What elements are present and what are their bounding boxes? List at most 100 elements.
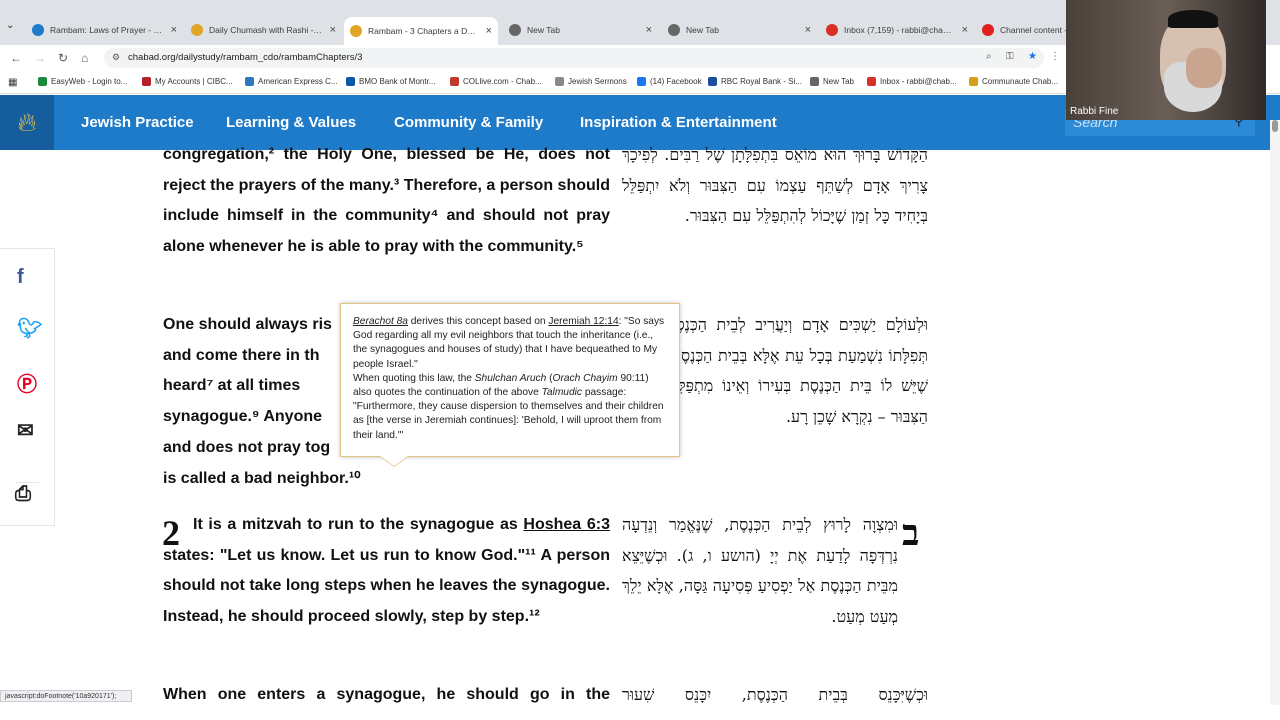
tab-title: New Tab (686, 25, 719, 35)
extensions-icon[interactable]: ⋮ (1050, 51, 1060, 62)
bookmark-favicon-icon (38, 77, 47, 86)
tab-close-icon[interactable]: × (646, 24, 652, 36)
footnote-ref-jeremiah[interactable]: Jeremiah 12:14 (548, 316, 618, 327)
nav-community-family[interactable]: Community & Family (394, 114, 543, 131)
apps-grid-icon[interactable]: ▦ (8, 77, 17, 88)
tab-favicon-icon (32, 24, 44, 36)
halacha-number-hebrew: ב (902, 512, 920, 554)
forward-icon[interactable]: → (34, 51, 46, 65)
bookmark-item[interactable]: My Accounts | CIBC... (142, 77, 233, 86)
reload-icon[interactable]: ↻ (58, 51, 68, 65)
bookmark-label: COLlive.com - Chab... (463, 77, 542, 86)
tab-close-icon[interactable]: × (171, 24, 177, 36)
bookmark-label: New Tab (823, 77, 854, 86)
hoshea-link[interactable]: Hoshea 6:3 (523, 516, 610, 533)
bookmark-item[interactable]: BMO Bank of Montr... (346, 77, 435, 86)
bookmark-label: Inbox - rabbi@chab... (880, 77, 957, 86)
zoom-icon[interactable]: ⌕ (986, 51, 992, 62)
bookmark-item[interactable]: COLlive.com - Chab... (450, 77, 542, 86)
tab-favicon-icon (668, 24, 680, 36)
scrollbar-thumb[interactable] (1272, 120, 1278, 132)
paragraph-1-hebrew: הַקָּדוֹשׁ בָּרוּךְ הוּא מוֹאֵס בִּתְפִל… (622, 145, 928, 226)
password-key-icon[interactable]: ⚿ (1006, 51, 1014, 62)
tab-favicon-icon (350, 25, 362, 37)
bookmark-star-icon[interactable]: ★ (1028, 51, 1037, 62)
nav-jewish-practice[interactable]: Jewish Practice (81, 114, 194, 131)
tab-close-icon[interactable]: × (486, 25, 492, 37)
tab-search-icon[interactable]: ⌄ (6, 20, 14, 31)
bookmark-favicon-icon (708, 77, 717, 86)
print-icon[interactable]: ⎙ (15, 482, 39, 506)
footnote-text: derives this concept based on (407, 316, 549, 327)
bookmark-item[interactable]: American Express C... (245, 77, 338, 86)
p3-text-a: It is a mitzvah to run to the synagogue … (193, 516, 524, 533)
footnote-text: When quoting this law, the (353, 372, 475, 384)
browser-tab[interactable]: Daily Chumash with Rashi - Chu × (185, 19, 342, 41)
bookmark-favicon-icon (555, 77, 564, 86)
home-icon[interactable]: ⌂ (81, 51, 88, 65)
bookmark-favicon-icon (969, 77, 978, 86)
back-icon[interactable]: ← (10, 51, 22, 65)
status-bar: javascript:doFootnote('10a920171'); (0, 690, 132, 702)
tab-favicon-icon (826, 24, 838, 36)
bookmark-item[interactable]: Communaute Chab... (969, 77, 1058, 86)
bookmark-item[interactable]: EasyWeb - Login to... (38, 77, 127, 86)
browser-tab[interactable]: New Tab × (503, 19, 658, 41)
paragraph-3-hebrew: וּמִצְוָה לָרוּץ לְבֵית הַכְּנֶסֶת, שֶׁנ… (622, 515, 898, 627)
bookmark-label: EasyWeb - Login to... (51, 77, 128, 86)
nav-learning-values[interactable]: Learning & Values (226, 114, 356, 131)
tab-title: Rambam - 3 Chapters a Day - I (368, 26, 480, 36)
tab-title: Inbox (7,159) - rabbi@chabad. (844, 25, 956, 35)
bookmark-favicon-icon (810, 77, 819, 86)
browser-tab[interactable]: Rambam: Laws of Prayer - Res × (26, 19, 183, 41)
browser-tab[interactable]: Rambam - 3 Chapters a Day - I × (344, 17, 498, 45)
browser-tab[interactable]: Inbox (7,159) - rabbi@chabad. × (820, 19, 974, 41)
bookmark-favicon-icon (867, 77, 876, 86)
url-field[interactable]: chabad.org/dailystudy/rambam_cdo/rambamC… (104, 48, 1044, 68)
bookmark-favicon-icon (450, 77, 459, 86)
participant-kippah (1168, 10, 1218, 28)
tab-title: Daily Chumash with Rashi - Chu (209, 25, 324, 35)
paragraph-3-english: It is a mitzvah to run to the synagogue … (163, 510, 610, 633)
bookmark-favicon-icon (142, 77, 151, 86)
paragraph-4-english: When one enters a synagogue, he should g… (163, 686, 610, 703)
tab-favicon-icon (509, 24, 521, 36)
bookmark-item[interactable]: RBC Royal Bank - Si... (708, 77, 802, 86)
facebook-icon[interactable]: f (17, 266, 24, 289)
bookmark-label: RBC Royal Bank - Si... (721, 77, 802, 86)
video-call-overlay[interactable]: Rabbi Fine (1066, 0, 1266, 120)
page-scrollbar[interactable] (1270, 120, 1280, 705)
footnote-10-link[interactable]: is called a bad neighbor.¹⁰ (163, 464, 610, 495)
tab-favicon-icon (982, 24, 994, 36)
bookmark-label: BMO Bank of Montr... (359, 77, 436, 86)
bookmark-item[interactable]: (14) Facebook (637, 77, 702, 86)
participant-hand (1186, 48, 1222, 88)
url-text: chabad.org/dailystudy/rambam_cdo/rambamC… (128, 52, 363, 63)
tab-close-icon[interactable]: × (330, 24, 336, 36)
chabad-logo[interactable]: 🔥︎ (0, 95, 54, 150)
footnote-ref-berachot[interactable]: Berachot 8a (353, 316, 408, 327)
email-icon[interactable]: ✉ (17, 418, 34, 443)
p3-text-b: states: "Let us know. Let us run to know… (163, 546, 610, 626)
tab-title: New Tab (527, 25, 560, 35)
tab-close-icon[interactable]: × (805, 24, 811, 36)
paragraph-4-hebrew: וּכְשֶׁיִּכָּנֵס בְּבֵית הַכְּנֶסֶת, יִכ… (622, 685, 928, 704)
tab-favicon-icon (191, 24, 203, 36)
nav-inspiration-entertainment[interactable]: Inspiration & Entertainment (580, 114, 777, 131)
tab-close-icon[interactable]: × (962, 24, 968, 36)
bookmark-item[interactable]: New Tab (810, 77, 854, 86)
paragraph-1-english: congregation,² the Holy One, blessed be … (163, 146, 610, 256)
twitter-icon[interactable]: 🐦︎ (17, 316, 42, 341)
bookmark-favicon-icon (346, 77, 355, 86)
browser-tab[interactable]: New Tab × (662, 19, 817, 41)
bookmark-favicon-icon (245, 77, 254, 86)
bookmark-item[interactable]: Jewish Sermons (555, 77, 627, 86)
site-info-icon[interactable]: ⚙ (112, 52, 120, 63)
bookmark-label: Communaute Chab... (982, 77, 1059, 86)
pinterest-icon[interactable]: Ⓟ (17, 368, 37, 397)
bookmark-label: My Accounts | CIBC... (155, 77, 233, 86)
bookmark-item[interactable]: Inbox - rabbi@chab... (867, 77, 957, 86)
participant-name: Rabbi Fine (1070, 106, 1119, 117)
bookmark-label: American Express C... (258, 77, 338, 86)
bookmark-label: (14) Facebook (650, 77, 702, 86)
